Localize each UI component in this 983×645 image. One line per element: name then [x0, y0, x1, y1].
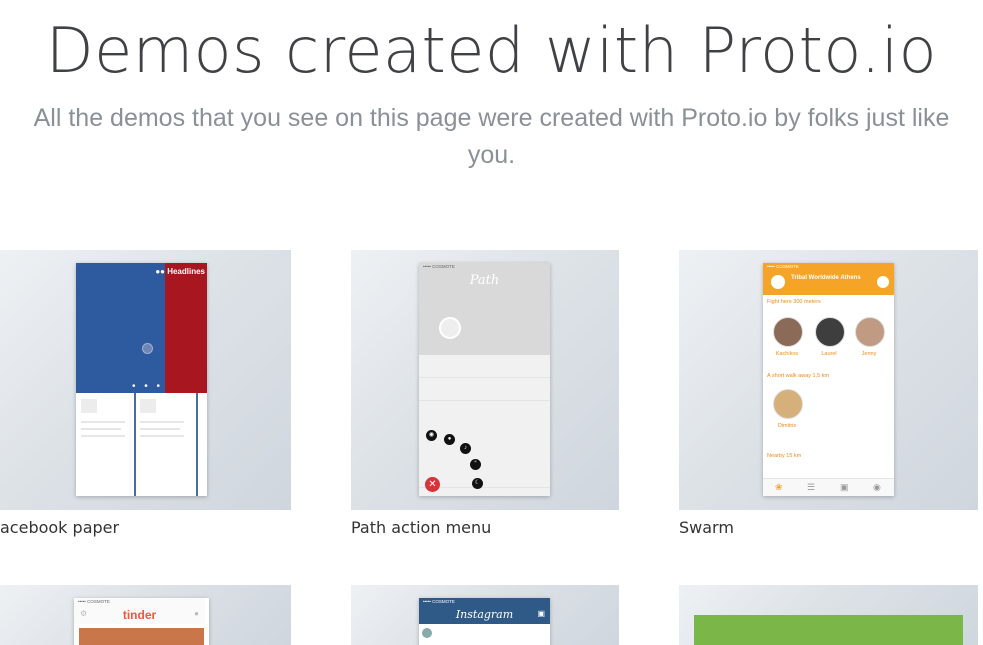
avatar[interactable] — [855, 317, 885, 347]
list-item — [419, 355, 550, 378]
person-name: Laurel — [821, 351, 837, 357]
demo-card-instagram[interactable]: ••••• COSMOTE Instagram ▣ — [351, 585, 619, 645]
instagram-logo: Instagram — [455, 608, 514, 621]
tab-bar: ❀ ☰ ▣ ◉ — [763, 478, 894, 496]
demo-card-facebook-paper[interactable]: ●● Headlines • • • — [0, 250, 291, 510]
moment-list — [419, 355, 550, 496]
paw-icon[interactable]: ❀ — [775, 482, 783, 493]
list-item — [419, 378, 550, 401]
inbox-icon[interactable]: ▣ — [537, 609, 545, 618]
person-name: Jenny — [861, 351, 877, 357]
demo-caption[interactable]: Path action menu — [351, 518, 491, 537]
story-thumb — [140, 399, 156, 413]
swarm-header: ••••• COSMOTE Tribal Worldwide Athens — [763, 263, 894, 295]
calendar-icon[interactable]: ▣ — [840, 482, 849, 493]
chat-icon[interactable]: ● — [194, 609, 199, 618]
phone-screen: ••••• COSMOTE Tribal Worldwide Athens Fi… — [763, 263, 894, 496]
tinder-header: ••••• COSMOTE ⚙ tinder ● — [74, 598, 205, 624]
story-text — [140, 421, 184, 423]
demo-card-tinder[interactable]: ••••• COSMOTE ⚙ tinder ● — [0, 585, 291, 645]
demo-card-green[interactable] — [679, 585, 978, 645]
sleep-icon[interactable]: ☾ — [472, 478, 483, 489]
story-text — [81, 428, 121, 430]
status-bar: ••••• COSMOTE — [78, 599, 110, 604]
avatar[interactable] — [815, 317, 845, 347]
subtitle-line-1: All the demos that you see on this page … — [33, 104, 950, 132]
demo-caption[interactable]: acebook paper — [0, 518, 119, 537]
profile-photo[interactable] — [79, 628, 204, 645]
venue-title: Tribal Worldwide Athens — [791, 275, 861, 281]
story-cards — [76, 393, 207, 496]
avatar[interactable] — [773, 317, 803, 347]
close-icon[interactable]: ✕ — [425, 477, 440, 492]
quote-icon[interactable]: “ — [470, 459, 481, 470]
story-thumb — [81, 399, 97, 413]
venue-icon — [771, 275, 785, 289]
section-label: Nearby 15 km — [767, 453, 802, 459]
subtitle-line-2: you. — [467, 141, 516, 169]
profile-icon[interactable]: ◉ — [873, 482, 881, 493]
green-panel — [694, 615, 963, 645]
story-text — [140, 435, 184, 437]
paper-blue-panel — [76, 263, 165, 393]
phone-screen: ●● Headlines • • • — [76, 263, 207, 496]
demo-caption[interactable]: Swarm — [679, 518, 734, 537]
path-cover: ••••• COSMOTE Path — [419, 263, 550, 355]
page-dots: • • • — [132, 381, 164, 392]
person-name: Kachikos — [775, 351, 799, 357]
story-text — [140, 428, 180, 430]
page-title: Demos created with Proto.io — [45, 14, 938, 87]
story-text — [81, 435, 125, 437]
phone-screen: ••••• COSMOTE ⚙ tinder ● — [74, 598, 209, 645]
music-icon[interactable]: ♪ — [460, 443, 471, 454]
tinder-logo: tinder — [122, 608, 157, 622]
list-icon[interactable]: ☰ — [807, 482, 815, 493]
swarm-feed: Fight here 300 meters Kachikos Laurel Je… — [763, 295, 894, 496]
instagram-header: ••••• COSMOTE Instagram ▣ — [419, 598, 550, 624]
path-logo: Path — [469, 273, 500, 288]
person-name: Dimitris — [777, 423, 797, 429]
demo-card-swarm[interactable]: ••••• COSMOTE Tribal Worldwide Athens Fi… — [679, 250, 978, 510]
phone-screen: ••••• COSMOTE Instagram ▣ — [419, 598, 550, 645]
avatar — [422, 628, 432, 638]
section-label: Fight here 300 meters — [767, 299, 821, 305]
section-label: A short walk away 1,5 km — [767, 373, 830, 379]
story-text — [81, 421, 125, 423]
status-bar: ••••• COSMOTE — [423, 599, 455, 604]
status-bar: ••••• COSMOTE — [767, 264, 799, 269]
page-subtitle: All the demos that you see on this page … — [0, 100, 983, 174]
avatar[interactable] — [773, 389, 803, 419]
headlines-label: ●● Headlines — [155, 267, 205, 276]
status-bar: ••••• COSMOTE — [423, 264, 455, 269]
camera-icon[interactable]: ◉ — [426, 430, 437, 441]
demo-card-path-action-menu[interactable]: ••••• COSMOTE Path ◉ ● ♪ “ ☾ ✕ — [351, 250, 619, 510]
checkin-icon[interactable] — [877, 276, 889, 288]
touch-indicator-icon — [142, 343, 153, 354]
location-icon[interactable]: ● — [444, 434, 455, 445]
avatar — [439, 317, 461, 339]
phone-screen: ••••• COSMOTE Path ◉ ● ♪ “ ☾ ✕ — [419, 263, 550, 496]
paper-red-panel — [165, 263, 207, 393]
